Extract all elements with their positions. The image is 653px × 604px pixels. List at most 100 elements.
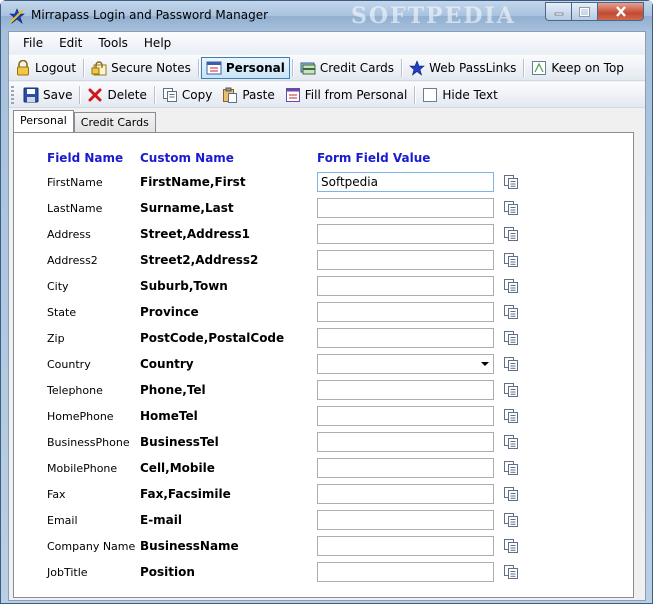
credit-cards-button[interactable]: Credit Cards — [295, 57, 399, 79]
custom-name: BusinessTel — [140, 435, 219, 449]
menu-file[interactable]: File — [15, 32, 51, 54]
custom-name: Cell,Mobile — [140, 461, 215, 475]
field-value-input[interactable] — [317, 250, 494, 270]
tab-credit-cards[interactable]: Credit Cards — [73, 112, 156, 132]
field-row: Country Country — [14, 354, 614, 376]
copy-value-icon[interactable] — [503, 174, 519, 190]
custom-name: Fax,Facsimile — [140, 487, 231, 501]
personal-tab-panel: Field Name Custom Name Form Field Value … — [13, 132, 634, 598]
personal-button[interactable]: Personal — [200, 56, 290, 79]
toolbar-grip[interactable] — [11, 85, 14, 104]
custom-name: PostCode,PostalCode — [140, 331, 285, 345]
field-name: BusinessPhone — [47, 436, 130, 449]
title-bar[interactable]: Mirrapass Login and Password Manager SOF… — [1, 1, 652, 31]
field-value-input[interactable] — [317, 406, 494, 426]
tab-strip: Personal Credit Cards — [13, 110, 156, 132]
minimize-button[interactable] — [545, 2, 572, 21]
field-value-input[interactable] — [317, 224, 494, 244]
field-value-input[interactable] — [317, 276, 494, 296]
field-value-input[interactable] — [317, 172, 494, 192]
field-value-input[interactable] — [317, 562, 494, 582]
custom-name: Position — [140, 565, 195, 579]
main-toolbar: Logout Secure Notes Personal Credit Card… — [9, 55, 645, 81]
minimize-icon — [554, 12, 563, 15]
field-name: JobTitle — [47, 566, 88, 579]
copy-value-icon[interactable] — [503, 408, 519, 424]
field-value-input[interactable] — [317, 198, 494, 218]
window-title: Mirrapass Login and Password Manager — [31, 8, 269, 22]
copy-value-icon[interactable] — [503, 564, 519, 580]
secure-notes-button[interactable]: Secure Notes — [86, 57, 196, 79]
client-area: File Edit Tools Help Logout Secure Notes… — [8, 31, 646, 601]
field-name: State — [47, 306, 77, 319]
logout-button[interactable]: Logout — [10, 57, 81, 79]
web-passlinks-button[interactable]: Web PassLinks — [404, 57, 521, 79]
custom-name: Phone,Tel — [140, 383, 206, 397]
tab-personal[interactable]: Personal — [13, 110, 74, 132]
hide-text-toggle[interactable]: Hide Text — [417, 84, 502, 106]
field-value-input[interactable] — [317, 510, 494, 530]
custom-name: BusinessName — [140, 539, 239, 553]
copy-value-icon[interactable] — [503, 330, 519, 346]
toolbar-separator — [79, 85, 81, 104]
field-value-input[interactable] — [317, 380, 494, 400]
field-value-input[interactable] — [317, 484, 494, 504]
menu-tools[interactable]: Tools — [90, 32, 136, 54]
copy-value-icon[interactable] — [503, 356, 519, 372]
save-label: Save — [43, 87, 73, 102]
watermark: SOFTPEDIA — [351, 3, 516, 29]
copy-value-icon[interactable] — [503, 226, 519, 242]
paste-button[interactable]: Paste — [217, 84, 279, 106]
keep-on-top-label: Keep on Top — [551, 60, 624, 75]
field-name: MobilePhone — [47, 462, 118, 475]
save-button[interactable]: Save — [18, 84, 77, 106]
hide-text-label: Hide Text — [442, 87, 498, 102]
copy-value-icon[interactable] — [503, 304, 519, 320]
keep-on-top-icon — [532, 60, 547, 75]
field-value-input[interactable] — [317, 302, 494, 322]
field-row: HomePhone HomeTel — [14, 406, 614, 428]
country-dropdown[interactable] — [317, 354, 494, 374]
toolbar-separator — [523, 58, 525, 77]
secure-notes-label: Secure Notes — [111, 60, 191, 75]
copy-value-icon[interactable] — [503, 278, 519, 294]
field-row: City Suburb,Town — [14, 276, 614, 298]
copy-value-icon[interactable] — [503, 486, 519, 502]
menu-help[interactable]: Help — [136, 32, 179, 54]
copy-value-icon[interactable] — [503, 538, 519, 554]
copy-value-icon[interactable] — [503, 460, 519, 476]
field-name: LastName — [47, 202, 103, 215]
clipboard-paste-icon — [223, 87, 238, 103]
close-button[interactable] — [597, 2, 644, 21]
custom-name: Country — [140, 357, 194, 371]
fill-from-personal-button[interactable]: Fill from Personal — [280, 84, 413, 106]
paste-label: Paste — [242, 87, 275, 102]
field-value-input[interactable] — [317, 458, 494, 478]
field-value-input[interactable] — [317, 328, 494, 348]
edit-toolbar: Save Delete Copy Paste Fill from Persona… — [9, 82, 645, 108]
field-name: Address — [47, 228, 91, 241]
copy-value-icon[interactable] — [503, 200, 519, 216]
copy-value-icon[interactable] — [503, 252, 519, 268]
maximize-icon — [579, 6, 590, 17]
maximize-button[interactable] — [571, 2, 598, 21]
copy-button[interactable]: Copy — [157, 84, 217, 106]
custom-name: Street,Address1 — [140, 227, 251, 241]
custom-name: Surname,Last — [140, 201, 234, 215]
custom-name: FirstName,First — [140, 175, 246, 189]
field-value-input[interactable] — [317, 432, 494, 452]
field-row: Email E-mail — [14, 510, 614, 532]
menu-edit[interactable]: Edit — [51, 32, 90, 54]
delete-button[interactable]: Delete — [82, 84, 151, 106]
field-value-input[interactable] — [317, 536, 494, 556]
red-x-icon — [88, 88, 102, 101]
dropdown-arrow-icon — [481, 362, 489, 366]
field-row: FirstName FirstName,First — [14, 172, 614, 194]
copy-value-icon[interactable] — [503, 512, 519, 528]
custom-name: Street2,Address2 — [140, 253, 259, 267]
keep-on-top-toggle[interactable]: Keep on Top — [526, 57, 628, 79]
field-name: Zip — [47, 332, 65, 345]
copy-value-icon[interactable] — [503, 382, 519, 398]
field-name: Country — [47, 358, 91, 371]
copy-value-icon[interactable] — [503, 434, 519, 450]
